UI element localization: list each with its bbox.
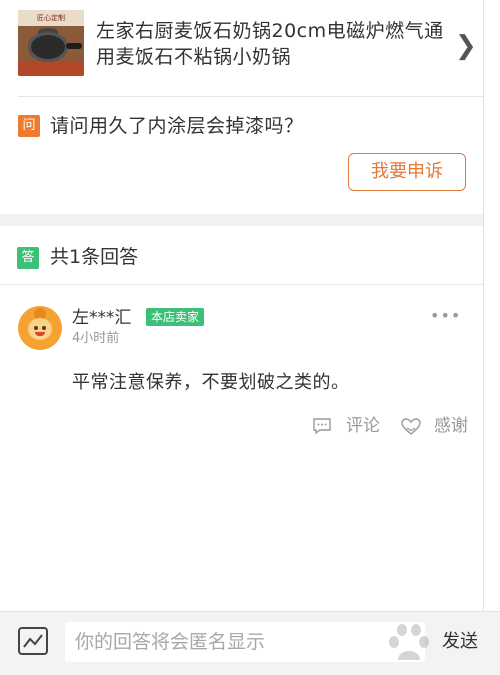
frame-border (483, 0, 484, 612)
seller-badge: 本店卖家 (146, 308, 205, 326)
answer-user-name: 左***汇 (72, 308, 132, 328)
reply-input[interactable] (65, 622, 425, 662)
answer-time: 4小时前 (72, 331, 120, 346)
watermark-logo (389, 624, 429, 660)
comment-icon (313, 418, 331, 435)
answer-count: 共1条回答 (50, 246, 139, 268)
answer-icon: 答 (17, 247, 39, 269)
section-gap (0, 214, 483, 226)
chart-icon[interactable] (17, 626, 49, 656)
divider (18, 96, 483, 97)
answer-text: 平常注意保养，不要划破之类的。 (72, 372, 350, 393)
pan-image (28, 32, 68, 62)
question-text: 请问用久了内涂层会掉漆吗？ (50, 115, 304, 137)
question-icon: 问 (18, 115, 40, 137)
product-card[interactable]: 匠心定制 左家右厨麦饭石奶锅20cm电磁炉燃气通用麦饭石不粘锅小奶锅 ❯ (0, 0, 483, 96)
reply-bar: 发送 (0, 611, 500, 675)
heart-icon (401, 418, 421, 435)
product-title: 左家右厨麦饭石奶锅20cm电磁炉燃气通用麦饭石不粘锅小奶锅 (96, 20, 444, 68)
divider (0, 284, 483, 285)
more-options-icon[interactable]: ••• (430, 306, 461, 326)
send-button[interactable]: 发送 (442, 628, 478, 656)
appeal-button[interactable]: 我要申诉 (348, 153, 466, 191)
thumb-caption: 匠心定制 (18, 10, 84, 26)
chevron-right-icon[interactable]: ❯ (455, 33, 477, 59)
thanks-label: 感谢 (434, 416, 468, 436)
avatar[interactable] (18, 306, 62, 350)
comment-label: 评论 (346, 416, 380, 436)
product-thumbnail: 匠心定制 (18, 10, 84, 76)
